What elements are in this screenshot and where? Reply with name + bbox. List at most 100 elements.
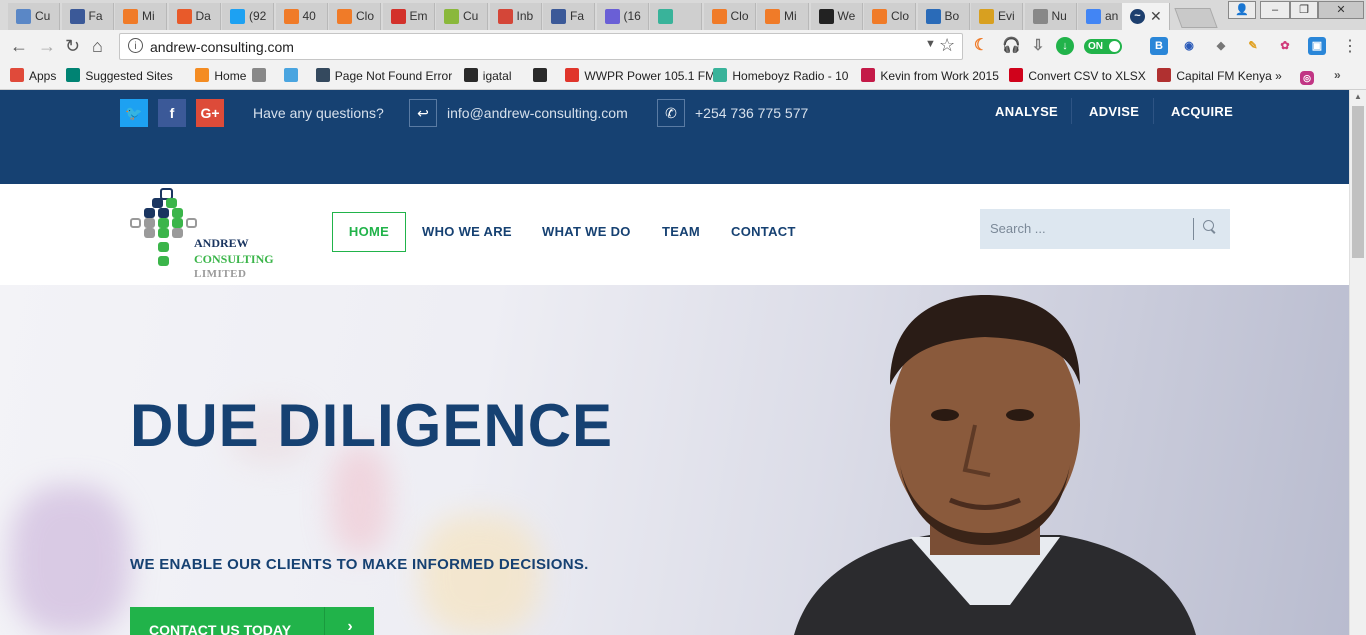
orange-square-icon [123, 9, 138, 24]
instagram-bookmark[interactable]: ◎ [1300, 68, 1319, 85]
homeboyz-icon [713, 68, 728, 82]
browser-tab[interactable]: We [810, 3, 863, 30]
site-header: ANDREW CONSULTING LIMITED HOME WHO WE AR… [0, 184, 1349, 287]
bookmark-item[interactable]: WWPR Power 105.1 FM [565, 68, 715, 83]
flower-extension-icon[interactable]: ✿ [1276, 37, 1294, 55]
bookmark-item[interactable]: igatal [463, 68, 511, 83]
extension-c-icon[interactable]: ☾ [972, 37, 990, 55]
scroll-up-icon[interactable]: ▲ [1354, 92, 1362, 101]
diamond-icon [176, 9, 192, 24]
bing-icon [66, 68, 81, 82]
browser-tab[interactable]: Evi [971, 3, 1023, 30]
new-tab-button[interactable] [1174, 8, 1218, 28]
bookmark-item[interactable]: Page Not Found Error [315, 68, 452, 83]
browser-tab[interactable]: Cu [436, 3, 488, 30]
download-tray-icon[interactable]: ⇩ [1029, 37, 1047, 55]
twitter-icon[interactable]: 🐦 [120, 99, 148, 127]
browser-tab[interactable]: Clo [703, 3, 756, 30]
bookmark-item[interactable] [283, 68, 303, 83]
bookmark-star-icon[interactable]: ☆ [939, 35, 955, 56]
dropdown-caret-icon[interactable]: ▼ [925, 38, 936, 50]
topnav-acquire[interactable]: ACQUIRE [1171, 104, 1233, 119]
browser-tab[interactable]: Mi [115, 3, 167, 30]
browser-tab[interactable]: Fa [543, 3, 595, 30]
address-bar[interactable]: i andrew-consulting.com ▼ ☆ [119, 33, 963, 60]
badge-extension-icon[interactable]: ◉ [1180, 37, 1198, 55]
maximize-button[interactable]: ❐ [1290, 1, 1318, 19]
close-window-button[interactable]: ✕ [1318, 1, 1364, 19]
contact-us-button[interactable]: CONTACT US TODAY › [130, 607, 374, 635]
divider [1071, 98, 1072, 124]
divider [1153, 98, 1154, 124]
site-logo[interactable]: ANDREW CONSULTING LIMITED [126, 186, 296, 284]
toggle-on-extension[interactable]: ON [1084, 39, 1122, 54]
bookmark-item[interactable]: Suggested Sites [66, 68, 173, 83]
nav-contact[interactable]: CONTACT [731, 224, 796, 239]
forward-icon[interactable]: → [38, 36, 56, 57]
browser-tab[interactable]: Clo [329, 3, 381, 30]
pencil-extension-icon[interactable]: ✎ [1244, 37, 1262, 55]
nav-what-we-do[interactable]: WHAT WE DO [542, 224, 631, 239]
topnav-analyse[interactable]: ANALYSE [995, 104, 1058, 119]
browser-tab[interactable]: Mi [757, 3, 809, 30]
profile-button[interactable]: 👤 [1228, 1, 1256, 19]
bookmark-item[interactable]: Home [195, 68, 246, 83]
tab-title: Da [195, 9, 211, 23]
more-bookmarks-icon[interactable]: » [1334, 68, 1341, 82]
bookmark-item[interactable]: Convert CSV to XLSX [1009, 68, 1146, 83]
bookmark-item[interactable] [533, 68, 552, 83]
search-input[interactable]: Search ... [990, 221, 1046, 236]
b-extension-icon[interactable]: B [1150, 37, 1168, 55]
page-scrollbar[interactable]: ▲ [1349, 90, 1366, 635]
topnav-advise[interactable]: ADVISE [1089, 104, 1139, 119]
nav-team[interactable]: TEAM [662, 224, 700, 239]
nav-home[interactable]: HOME [332, 212, 406, 252]
tab-active[interactable]: ~ ✕ [1122, 3, 1170, 30]
scrollbar-thumb[interactable] [1352, 106, 1364, 258]
browser-tab[interactable]: 40 [275, 3, 328, 30]
phone-link[interactable]: +254 736 775 577 [695, 105, 808, 121]
nav-who-we-are[interactable]: WHO WE ARE [422, 224, 512, 239]
tab-title: Fa [570, 9, 585, 23]
browser-tab[interactable]: Da [168, 3, 221, 30]
browser-tab[interactable]: Em [382, 3, 435, 30]
close-tab-icon[interactable]: ✕ [1150, 8, 1162, 25]
browser-tab[interactable]: Nu [1024, 3, 1077, 30]
tab-title: an [1105, 9, 1119, 23]
bookmark-item[interactable]: Kevin from Work 2015 [861, 68, 999, 83]
cube-extension-icon[interactable]: ◆ [1212, 37, 1230, 55]
browser-tab[interactable] [650, 3, 702, 30]
back-icon[interactable]: ← [10, 36, 28, 57]
website-viewport: 🐦 f G+ Have any questions? ↩ info@andrew… [0, 90, 1349, 635]
logo-line-2: CONSULTING [194, 252, 274, 266]
search-box[interactable]: Search ... [980, 209, 1230, 249]
capital-fm-icon [1157, 68, 1172, 82]
browser-tab[interactable]: Clo [864, 3, 916, 30]
email-link[interactable]: info@andrew-consulting.com [447, 105, 628, 121]
orange-square-icon [711, 9, 727, 24]
google-plus-icon[interactable]: G+ [196, 99, 224, 127]
browser-tab[interactable]: (92 [222, 3, 274, 30]
reload-icon[interactable]: ↻ [65, 36, 80, 57]
browser-tab[interactable]: Fa [61, 3, 114, 30]
browser-tab[interactable]: Cu [8, 3, 60, 30]
info-icon[interactable]: i [128, 38, 143, 53]
minimize-button[interactable]: ‒ [1260, 1, 1290, 19]
browser-tab[interactable]: (16 [596, 3, 649, 30]
browser-tab[interactable]: Bo [917, 3, 970, 30]
tab-title: Evi [998, 9, 1015, 23]
home-icon[interactable]: ⌂ [92, 36, 103, 57]
download-green-icon[interactable]: ↓ [1056, 37, 1074, 55]
bookmark-item[interactable]: Homeboyz Radio - 10 [713, 68, 848, 83]
search-icon[interactable] [1203, 220, 1214, 231]
bokeh-light [10, 485, 130, 635]
bookmark-item[interactable]: Apps [10, 68, 56, 83]
bookmark-item[interactable] [251, 68, 271, 83]
facebook-icon[interactable]: f [158, 99, 186, 127]
bookmark-item[interactable]: Capital FM Kenya » [1157, 68, 1282, 83]
browser-tab[interactable]: Inb [489, 3, 542, 30]
window-extension-icon[interactable]: ▣ [1308, 37, 1326, 55]
no-entry-icon [1009, 68, 1024, 82]
menu-icon[interactable]: ⋮ [1342, 36, 1358, 56]
headphones-icon[interactable]: 🎧 [1002, 37, 1021, 55]
